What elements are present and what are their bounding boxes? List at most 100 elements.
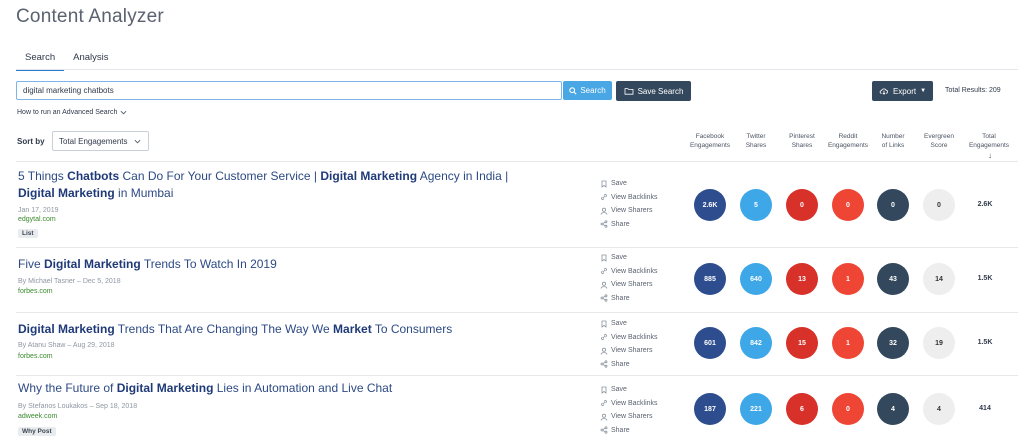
col-total-engagements[interactable]: Total Engagements	[962, 132, 1016, 150]
result-domain[interactable]: adweek.com	[18, 413, 57, 420]
view-sharers-action[interactable]: View Sharers	[600, 410, 658, 424]
tab-search[interactable]: Search	[16, 50, 65, 71]
link-icon	[601, 334, 607, 341]
result-meta: By Michael Tasner – Dec 5, 2018	[18, 278, 121, 285]
bookmark-icon	[601, 320, 607, 328]
pinterest-shares[interactable]: 13	[786, 263, 818, 295]
total-engagements: 1.5K	[977, 275, 993, 282]
reddit-engagements[interactable]: 0	[832, 393, 864, 425]
pinterest-shares[interactable]: 6	[786, 393, 818, 425]
pinterest-shares[interactable]: 0	[786, 189, 818, 221]
bookmark-icon	[601, 254, 607, 262]
number-of-links[interactable]: 43	[877, 263, 909, 295]
share-icon	[600, 294, 608, 302]
view-backlinks-action[interactable]: View Backlinks	[600, 265, 658, 279]
page-title: Content Analyzer	[16, 6, 164, 27]
reddit-engagements[interactable]: 1	[832, 327, 864, 359]
advanced-search-link[interactable]: How to run an Advanced Search	[17, 109, 127, 116]
folder-icon	[624, 88, 633, 95]
sort-select[interactable]: Total Engagements	[52, 131, 149, 151]
reddit-engagements[interactable]: 0	[832, 189, 864, 221]
bookmark-icon	[601, 386, 607, 394]
result-row: Five Digital Marketing Trends To Watch I…	[0, 247, 1024, 312]
view-sharers-action[interactable]: View Sharers	[600, 204, 658, 218]
user-icon	[600, 413, 608, 421]
save-search-button[interactable]: Save Search	[616, 81, 691, 101]
sort-selected-value: Total Engagements	[59, 136, 128, 146]
evergreen-score: 14	[923, 263, 955, 295]
share-icon	[600, 360, 608, 368]
twitter-shares[interactable]: 5	[740, 189, 772, 221]
search-input[interactable]	[16, 81, 562, 100]
tabs-divider	[16, 69, 1018, 70]
result-title[interactable]: Why the Future of Digital Marketing Lies…	[18, 380, 548, 397]
view-sharers-action[interactable]: View Sharers	[600, 278, 658, 292]
save-action[interactable]: Save	[600, 251, 658, 265]
twitter-shares[interactable]: 221	[740, 393, 772, 425]
facebook-engagements[interactable]: 601	[694, 327, 726, 359]
pinterest-shares[interactable]: 15	[786, 327, 818, 359]
result-row: Why the Future of Digital Marketing Lies…	[0, 375, 1024, 448]
evergreen-score: 19	[923, 327, 955, 359]
total-engagements: 1.5K	[977, 339, 993, 346]
save-action[interactable]: Save	[600, 383, 658, 397]
view-backlinks-action[interactable]: View Backlinks	[600, 397, 658, 411]
facebook-engagements[interactable]: 885	[694, 263, 726, 295]
result-domain[interactable]: edgytal.com	[18, 216, 56, 223]
save-action[interactable]: Save	[600, 317, 658, 331]
sort-arrow-down-icon: ↓	[988, 151, 992, 160]
user-icon	[600, 281, 608, 289]
twitter-shares[interactable]: 640	[740, 263, 772, 295]
number-of-links[interactable]: 4	[877, 393, 909, 425]
bookmark-icon	[601, 180, 607, 188]
total-engagements: 414	[979, 405, 991, 412]
result-title[interactable]: Digital Marketing Trends That Are Changi…	[18, 321, 548, 338]
number-of-links[interactable]: 0	[877, 189, 909, 221]
tab-bar: Search Analysis	[16, 50, 117, 71]
view-sharers-action[interactable]: View Sharers	[600, 344, 658, 358]
facebook-engagements[interactable]: 187	[694, 393, 726, 425]
search-button[interactable]: Search	[563, 81, 612, 100]
result-title[interactable]: Five Digital Marketing Trends To Watch I…	[18, 256, 548, 273]
cloud-download-icon	[879, 88, 888, 95]
share-action[interactable]: Share	[600, 424, 658, 438]
export-button[interactable]: Export ▼	[872, 81, 933, 101]
result-row: 5 Things Chatbots Can Do For Your Custom…	[0, 161, 1024, 247]
link-icon	[601, 268, 607, 275]
result-meta: By Stefanos Loukakos – Sep 18, 2018	[18, 403, 138, 410]
reddit-engagements[interactable]: 1	[832, 263, 864, 295]
search-button-label: Search	[580, 86, 606, 95]
tab-analysis[interactable]: Analysis	[64, 50, 117, 71]
evergreen-score: 0	[923, 189, 955, 221]
result-title[interactable]: 5 Things Chatbots Can Do For Your Custom…	[18, 168, 548, 202]
save-search-label: Save Search	[637, 86, 684, 96]
share-action[interactable]: Share	[600, 218, 658, 232]
number-of-links[interactable]: 32	[877, 327, 909, 359]
result-actions: Save View Backlinks View Sharers Share	[600, 177, 658, 231]
total-engagements: 2.6K	[977, 201, 993, 208]
result-domain[interactable]: forbes.com	[18, 288, 53, 295]
save-action[interactable]: Save	[600, 177, 658, 191]
result-actions: Save View Backlinks View Sharers Share	[600, 317, 658, 371]
col-evergreen-score[interactable]: Evergreen Score	[912, 132, 966, 150]
result-domain[interactable]: forbes.com	[18, 353, 53, 360]
caret-down-icon: ▼	[920, 88, 927, 94]
chevron-down-icon	[120, 110, 127, 115]
result-meta: By Atanu Shaw – Aug 29, 2018	[18, 342, 115, 349]
result-tag: Why Post	[18, 427, 56, 436]
export-label: Export	[892, 86, 917, 96]
facebook-engagements[interactable]: 2.6K	[694, 189, 726, 221]
result-tag: List	[18, 229, 38, 238]
view-backlinks-action[interactable]: View Backlinks	[600, 191, 658, 205]
share-action[interactable]: Share	[600, 358, 658, 372]
chevron-down-icon	[134, 139, 140, 143]
evergreen-score: 4	[923, 393, 955, 425]
link-icon	[601, 194, 607, 201]
sort-by-label: Sort by	[17, 137, 45, 146]
twitter-shares[interactable]: 842	[740, 327, 772, 359]
share-action[interactable]: Share	[600, 292, 658, 306]
view-backlinks-action[interactable]: View Backlinks	[600, 331, 658, 345]
result-actions: Save View Backlinks View Sharers Share	[600, 251, 658, 305]
link-icon	[601, 400, 607, 407]
result-row: Digital Marketing Trends That Are Changi…	[0, 312, 1024, 375]
